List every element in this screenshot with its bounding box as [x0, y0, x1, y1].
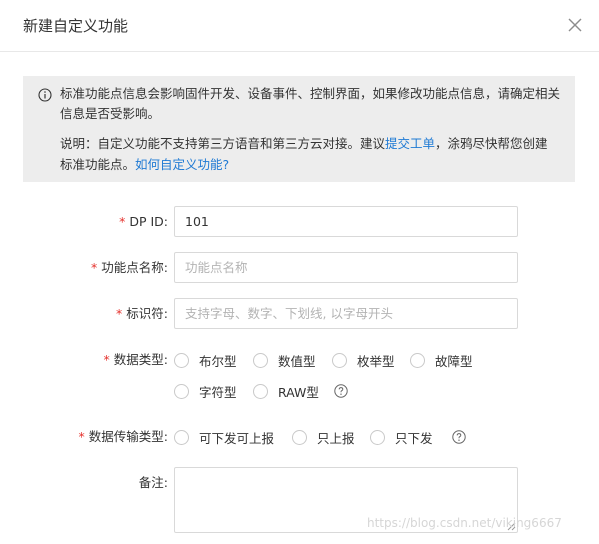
radio-circle[interactable]	[370, 429, 385, 445]
radio-circle[interactable]	[292, 429, 307, 445]
notice-text-2: 说明：自定义功能不支持第三方语音和第三方云对接。建议提交工单，涂鸦尽快帮您创建标…	[60, 133, 560, 175]
required-mark: *	[78, 429, 85, 444]
remark-label: 备注:	[138, 475, 168, 490]
help-icon[interactable]	[334, 384, 348, 398]
transfer-type-radio-report[interactable]: 只上报	[292, 427, 355, 447]
radio-circle[interactable]	[174, 383, 189, 399]
radio-label: 只下发	[395, 430, 433, 446]
transfer-type-radio-issue[interactable]: 只下发	[370, 427, 433, 447]
radio-circle[interactable]	[253, 352, 268, 368]
notice-box: 标准功能点信息会影响固件开发、设备事件、控制界面，如果修改功能点信息，请确定相关…	[23, 76, 575, 182]
data-type-label: * 数据类型:	[66, 350, 168, 370]
submit-ticket-link[interactable]: 提交工单	[385, 136, 435, 151]
dialog-title: 新建自定义功能	[23, 17, 129, 35]
radio-circle[interactable]	[253, 383, 268, 399]
data-type-radio-string[interactable]: 字符型	[174, 381, 237, 401]
radio-label: 可下发可上报	[199, 430, 275, 446]
data-type-radio-value[interactable]: 数值型	[253, 350, 316, 370]
required-mark: *	[116, 306, 123, 321]
required-mark: *	[119, 214, 126, 229]
transfer-type-label-text: 数据传输类型:	[88, 429, 168, 444]
radio-circle[interactable]	[410, 352, 425, 368]
data-type-label-text: 数据类型:	[113, 352, 168, 367]
radio-circle[interactable]	[174, 352, 189, 368]
dpid-label: * DP ID:	[96, 212, 168, 232]
dpid-label-text: DP ID:	[129, 214, 168, 229]
radio-label: RAW型	[278, 384, 319, 400]
radio-label: 布尔型	[199, 353, 237, 369]
data-type-radio-enum[interactable]: 枚举型	[332, 350, 395, 370]
radio-label: 数值型	[278, 353, 316, 369]
radio-label: 故障型	[435, 353, 473, 369]
transfer-type-radio-both[interactable]: 可下发可上报	[174, 427, 274, 447]
close-icon[interactable]	[566, 16, 584, 34]
required-mark: *	[103, 352, 110, 367]
create-custom-function-dialog: 新建自定义功能 标准功能点信息会影响固件开发、设备事件、控制界面，如果修改功能点…	[0, 0, 599, 544]
data-type-radio-bool[interactable]: 布尔型	[174, 350, 237, 370]
dpid-field[interactable]	[174, 206, 518, 237]
info-icon	[38, 88, 52, 102]
radio-label: 字符型	[199, 384, 237, 400]
function-name-label-text: 功能点名称:	[101, 260, 168, 275]
data-type-radio-fault[interactable]: 故障型	[410, 350, 473, 370]
help-icon[interactable]	[452, 430, 466, 444]
transfer-type-label: * 数据传输类型:	[36, 427, 168, 447]
radio-circle[interactable]	[332, 352, 347, 368]
radio-label: 枚举型	[357, 353, 395, 369]
notice-text-1: 标准功能点信息会影响固件开发、设备事件、控制界面，如果修改功能点信息，请确定相关…	[60, 86, 561, 121]
identifier-label-text: 标识符:	[126, 306, 168, 321]
how-to-customize-link[interactable]: 如何自定义功能?	[135, 157, 229, 172]
identifier-label: * 标识符:	[76, 304, 168, 324]
required-mark: *	[91, 260, 98, 275]
data-type-radio-raw[interactable]: RAW型	[253, 381, 319, 401]
identifier-field[interactable]	[174, 298, 518, 329]
watermark: https://blog.csdn.net/viking6667	[367, 516, 562, 530]
function-name-field[interactable]	[174, 252, 518, 283]
radio-circle[interactable]	[174, 429, 189, 445]
function-name-label: * 功能点名称:	[56, 258, 168, 278]
dialog-header: 新建自定义功能	[0, 0, 599, 52]
radio-label: 只上报	[317, 430, 355, 446]
notice-text-2-prefix: 说明：自定义功能不支持第三方语音和第三方云对接。建议	[60, 136, 386, 151]
